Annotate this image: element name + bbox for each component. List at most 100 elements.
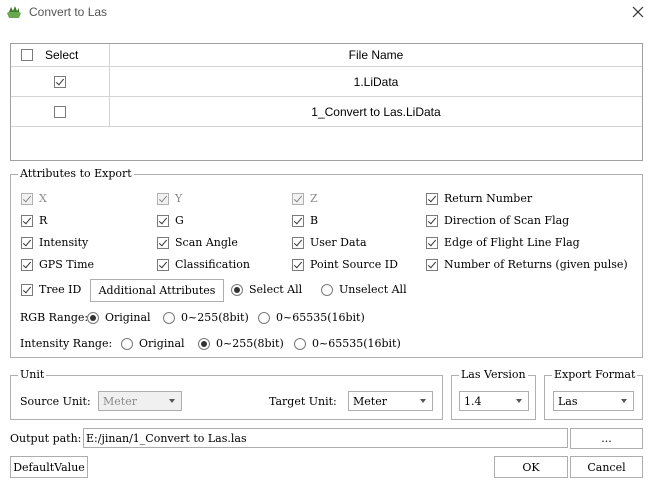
target-unit-select[interactable]: Meter — [348, 391, 433, 411]
checkbox — [157, 192, 169, 205]
attribute-checkbox-g[interactable]: G — [157, 214, 184, 227]
chevron-down-icon — [621, 399, 627, 403]
close-button[interactable] — [626, 0, 650, 24]
las-version-legend: Las Version — [459, 368, 528, 381]
checkbox-label: Return Number — [444, 192, 533, 205]
attribute-checkbox-number-of-returns-given-pulse[interactable]: Number of Returns (given pulse) — [426, 258, 628, 271]
checkbox-label: Point Source ID — [310, 258, 398, 271]
intensity-original-radio[interactable]: Original — [121, 337, 185, 350]
source-unit-select[interactable]: Meter — [98, 391, 182, 411]
chevron-down-icon — [420, 399, 426, 403]
checkbox-label: Z — [310, 192, 318, 205]
rgb-original-dot[interactable] — [87, 311, 99, 324]
intensity-16bit-dot[interactable] — [294, 337, 306, 350]
select-all-radio-dot[interactable] — [231, 283, 243, 296]
unit-legend: Unit — [18, 368, 47, 381]
attribute-checkbox-r[interactable]: R — [21, 214, 47, 227]
table-row-select — [11, 97, 110, 127]
intensity-16bit-radio[interactable]: 0~65535(16bit) — [294, 337, 401, 350]
checkbox-label: B — [310, 214, 319, 227]
attribute-checkbox-user-data[interactable]: User Data — [292, 236, 367, 249]
attribute-checkbox-b[interactable]: B — [292, 214, 318, 227]
tree-id-check[interactable] — [21, 283, 33, 296]
attributes-legend: Attributes to Export — [18, 167, 134, 180]
unselect-all-radio[interactable]: Unselect All — [321, 283, 407, 296]
checkbox[interactable] — [426, 192, 438, 205]
target-unit-label: Target Unit: — [269, 395, 337, 408]
checkbox-label: GPS Time — [39, 258, 95, 271]
checkbox-label: Intensity — [39, 236, 89, 249]
checkbox[interactable] — [426, 258, 438, 271]
close-icon — [632, 6, 644, 18]
attribute-checkbox-intensity[interactable]: Intensity — [21, 236, 88, 249]
checkbox-label: User Data — [310, 236, 367, 249]
checkbox[interactable] — [157, 214, 169, 227]
output-path-input[interactable]: E:/jinan/1_Convert to Las.las — [83, 428, 568, 448]
file-table: Select File Name 1.LiData 1_Convert to L… — [10, 43, 643, 161]
checkbox[interactable] — [157, 258, 169, 271]
export-format-select[interactable]: Las — [553, 391, 634, 411]
chevron-down-icon — [169, 399, 175, 403]
las-version-select[interactable]: 1.4 — [459, 391, 529, 411]
checkbox[interactable] — [21, 236, 33, 249]
rgb-original-radio[interactable]: Original — [87, 311, 151, 324]
table-row[interactable]: 1.LiData — [110, 67, 642, 97]
intensity-original-dot[interactable] — [121, 337, 133, 350]
attribute-checkbox-z: Z — [292, 192, 318, 205]
checkbox-label: Edge of Flight Line Flag — [444, 236, 580, 249]
checkbox[interactable] — [157, 236, 169, 249]
attribute-checkbox-point-source-id[interactable]: Point Source ID — [292, 258, 398, 271]
checkbox[interactable] — [426, 236, 438, 249]
checkbox-label: R — [39, 214, 48, 227]
checkbox-label: Number of Returns (given pulse) — [444, 258, 628, 271]
default-value-button[interactable]: DefaultValue — [10, 456, 88, 478]
attribute-checkbox-x: X — [21, 192, 47, 205]
browse-button[interactable]: ... — [570, 428, 643, 449]
chevron-down-icon — [516, 399, 522, 403]
attribute-checkbox-edge-of-flight-line-flag[interactable]: Edge of Flight Line Flag — [426, 236, 580, 249]
unselect-all-radio-dot[interactable] — [321, 283, 333, 296]
attribute-checkbox-scan-angle[interactable]: Scan Angle — [157, 236, 238, 249]
rgb-16bit-radio[interactable]: 0~65535(16bit) — [258, 311, 365, 324]
checkbox-label: X — [39, 192, 47, 205]
select-all-checkbox[interactable] — [21, 49, 33, 61]
row-2-checkbox[interactable] — [54, 105, 66, 118]
checkbox — [292, 192, 304, 205]
attribute-checkbox-return-number[interactable]: Return Number — [426, 192, 532, 205]
source-unit-label: Source Unit: — [20, 395, 91, 408]
attribute-checkbox-gps-time[interactable]: GPS Time — [21, 258, 94, 271]
app-icon — [7, 6, 21, 18]
select-header: Select — [11, 44, 110, 67]
attribute-checkbox-classification[interactable]: Classification — [157, 258, 250, 271]
rgb-16bit-dot[interactable] — [258, 311, 270, 324]
rgb-8bit-dot[interactable] — [163, 311, 175, 324]
checkbox — [21, 192, 33, 205]
checkbox-label: Scan Angle — [175, 236, 238, 249]
file-name-column-header: File Name — [110, 44, 642, 67]
tree-id-checkbox[interactable]: Tree ID — [21, 283, 81, 296]
intensity-8bit-radio[interactable]: 0~255(8bit) — [198, 337, 284, 350]
intensity-8bit-dot[interactable] — [198, 337, 210, 350]
select-column-header: Select — [45, 48, 79, 62]
rgb-range-label: RGB Range: — [20, 311, 89, 324]
checkbox[interactable] — [292, 214, 304, 227]
attribute-checkbox-y: Y — [157, 192, 182, 205]
additional-attributes-button[interactable]: Additional Attributes — [90, 279, 224, 302]
checkbox[interactable] — [426, 214, 438, 227]
intensity-range-label: Intensity Range: — [20, 337, 113, 350]
title-bar: Convert to Las — [0, 0, 650, 26]
checkbox-label: G — [175, 214, 184, 227]
checkbox[interactable] — [292, 258, 304, 271]
checkbox[interactable] — [21, 258, 33, 271]
checkbox[interactable] — [21, 214, 33, 227]
rgb-8bit-radio[interactable]: 0~255(8bit) — [163, 311, 249, 324]
cancel-button[interactable]: Cancel — [570, 456, 643, 478]
row-1-checkbox[interactable] — [54, 75, 66, 88]
checkbox[interactable] — [292, 236, 304, 249]
export-format-legend: Export Format — [552, 368, 638, 381]
table-row[interactable]: 1_Convert to Las.LiData — [110, 97, 642, 127]
checkbox-label: Direction of Scan Flag — [444, 214, 570, 227]
select-all-radio[interactable]: Select All — [231, 283, 302, 296]
ok-button[interactable]: OK — [494, 456, 568, 478]
attribute-checkbox-direction-of-scan-flag[interactable]: Direction of Scan Flag — [426, 214, 569, 227]
